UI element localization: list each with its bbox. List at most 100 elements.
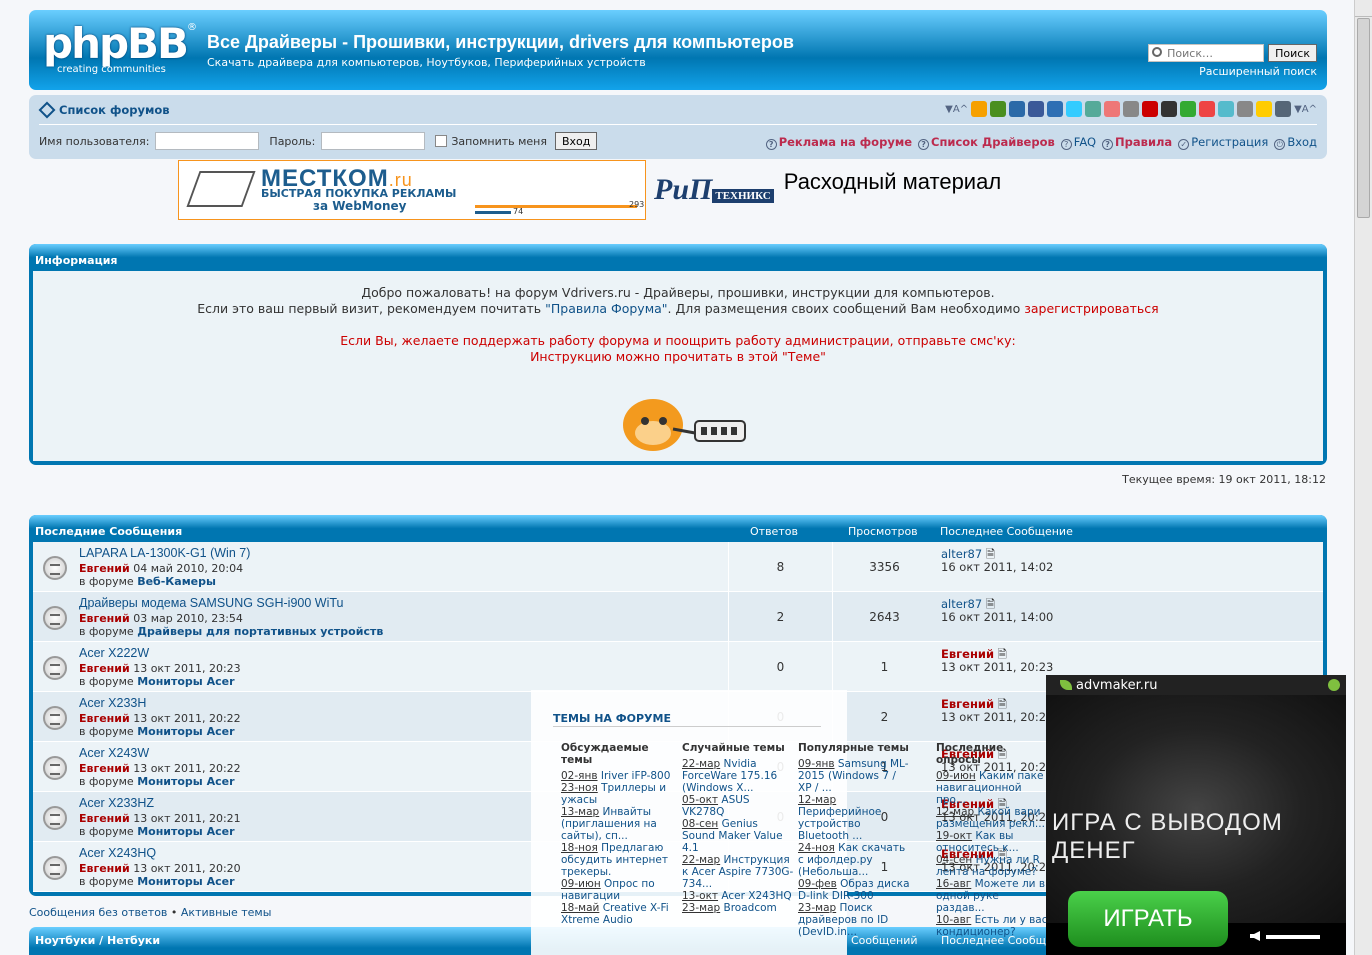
- drivers-list-link[interactable]: ? Список Драйверов: [918, 135, 1055, 150]
- advmaker-ad[interactable]: advmaker.ru ИГРА С ВЫВОДОМ ДЕНЕГ ИГРАТЬ: [1046, 675, 1346, 955]
- popup-topic-link[interactable]: 09-фев Образ диска D-link DIR-300: [798, 878, 910, 902]
- popup-topic-link[interactable]: 22-мар Nvidia ForceWare 175.16 (Windows …: [682, 758, 794, 794]
- popup-topic-link[interactable]: 09-июн Опрос по навигации: [561, 878, 673, 902]
- mestkom-banner[interactable]: МЕСТКОМ.ru БЫСТРАЯ ПОКУПКА РЕКЛАМЫ за We…: [178, 160, 646, 220]
- topic-title[interactable]: Acer X233HZ: [79, 796, 154, 810]
- topic-forum-link[interactable]: Драйверы для портативных устройств: [137, 625, 383, 638]
- scroll-up-arrow[interactable]: [1355, 0, 1372, 17]
- topic-author[interactable]: Евгений: [79, 562, 130, 575]
- last-post-user[interactable]: Евгений: [941, 647, 994, 661]
- popup-topic-link[interactable]: 13-мар Инвайты (приглашения на сайты), с…: [561, 806, 673, 842]
- speaker-icon[interactable]: [1250, 931, 1260, 941]
- topic-title[interactable]: Acer X233H: [79, 696, 146, 710]
- login-link[interactable]: ⏻ Вход: [1274, 135, 1317, 150]
- topic-author[interactable]: Евгений: [79, 712, 130, 725]
- topic-forum-link[interactable]: Мониторы Acer: [137, 825, 234, 838]
- topic-title[interactable]: Acer X243HQ: [79, 846, 156, 860]
- share-icon[interactable]: [1009, 101, 1026, 117]
- popup-topic-link[interactable]: 24-ноя Как скачать с ифолдер.ру (Небольш…: [798, 842, 910, 878]
- topic-forum-link[interactable]: Мониторы Acer: [137, 775, 234, 788]
- active-topics-link[interactable]: Активные темы: [181, 906, 272, 919]
- faq-link[interactable]: ? FAQ: [1060, 135, 1096, 150]
- rip-banner[interactable]: РиП ТЕХНИКС Расходный материал: [654, 160, 1001, 220]
- advanced-search-link[interactable]: Расширенный поиск: [1199, 65, 1317, 78]
- popup-topic-link[interactable]: 18-ноя Предлагаю обсудить интернет треке…: [561, 842, 673, 878]
- phpbb-logo[interactable]: phpBB creating communities ®: [43, 22, 197, 82]
- topic-title[interactable]: Acer X243W: [79, 746, 149, 760]
- unanswered-link[interactable]: Сообщения без ответов: [29, 906, 167, 919]
- login-button[interactable]: Вход: [555, 132, 598, 150]
- share-icon[interactable]: [1028, 101, 1045, 117]
- play-button[interactable]: ИГРАТЬ: [1068, 891, 1228, 947]
- scroll-thumb[interactable]: [1357, 18, 1370, 218]
- search-input[interactable]: [1148, 44, 1265, 62]
- share-icon[interactable]: [990, 101, 1007, 117]
- share-icon[interactable]: [971, 101, 988, 117]
- topic-forum-link[interactable]: Мониторы Acer: [137, 875, 234, 888]
- topic-forum-link[interactable]: Веб-Камеры: [137, 575, 216, 588]
- register-link[interactable]: ✓ Регистрация: [1178, 135, 1268, 150]
- share-icon[interactable]: [1180, 101, 1197, 117]
- share-icon[interactable]: [1237, 101, 1254, 117]
- topic-author[interactable]: Евгений: [79, 662, 130, 675]
- last-post-user[interactable]: alter87: [941, 547, 982, 561]
- topic-title[interactable]: LAPARA LA-1300K-G1 (Win 7): [79, 546, 250, 560]
- topic-inline-link[interactable]: "Теме": [782, 349, 826, 364]
- share-icon[interactable]: [1085, 101, 1102, 117]
- password-input[interactable]: [321, 132, 426, 150]
- popup-topic-link[interactable]: 02-янв Iriver iFP-800: [561, 770, 673, 782]
- topic-author[interactable]: Евгений: [79, 862, 130, 875]
- popup-topic-link[interactable]: 16-авг Можете ли в одной руке раздав...: [936, 878, 1048, 914]
- search-button[interactable]: Поиск: [1268, 44, 1317, 62]
- topic-forum-link[interactable]: Мониторы Acer: [137, 725, 234, 738]
- share-icon[interactable]: [1218, 101, 1235, 117]
- rules-inline-link[interactable]: "Правила Форума": [545, 301, 667, 316]
- last-post-user[interactable]: Евгений: [941, 697, 994, 711]
- popup-topic-link[interactable]: 18-май Creative X-Fi Xtreme Audio: [561, 902, 673, 926]
- popup-topic-link[interactable]: 23-мар Поиск драйверов по ID (DevID.in..…: [798, 902, 910, 938]
- popup-topic-link[interactable]: 09-янв Samsung ML-2015 (Windows 7 / XP /…: [798, 758, 910, 794]
- popup-topic-link[interactable]: 23-ноя Триллеры и ужасы: [561, 782, 673, 806]
- share-icon[interactable]: [1275, 101, 1292, 117]
- share-icon[interactable]: [1256, 101, 1273, 117]
- popup-topic-link[interactable]: 13-окт Acer X243HQ: [682, 890, 794, 902]
- font-size-control[interactable]: ▼A^: [945, 104, 968, 115]
- popup-topic-link[interactable]: 12-мар Какой вари размещения рекл...: [936, 806, 1048, 830]
- view-latest-icon[interactable]: 🗎: [986, 597, 995, 611]
- username-input[interactable]: [155, 132, 260, 150]
- view-latest-icon[interactable]: 🗎: [998, 647, 1007, 661]
- share-icon[interactable]: [1047, 101, 1064, 117]
- share-icon[interactable]: [1142, 101, 1159, 117]
- last-post-user[interactable]: alter87: [941, 597, 982, 611]
- view-latest-icon[interactable]: 🗎: [986, 547, 995, 561]
- topic-title[interactable]: Acer X222W: [79, 646, 149, 660]
- topic-title[interactable]: Драйверы модема SAMSUNG SGH-i900 WiTu: [79, 596, 343, 610]
- popup-topic-link[interactable]: 23-мар Broadcom: [682, 902, 794, 914]
- popup-topic-link[interactable]: 10-авг Есть ли у вас кондиционер?: [936, 914, 1048, 938]
- popup-topic-link[interactable]: 22-мар Инструкция к Acer Aspire 7730G-73…: [682, 854, 794, 890]
- volume-slider[interactable]: [1266, 935, 1320, 939]
- topic-author[interactable]: Евгений: [79, 812, 130, 825]
- remember-checkbox[interactable]: [435, 135, 448, 147]
- share-icon[interactable]: [1123, 101, 1140, 117]
- popup-topic-link[interactable]: 09-июн Каким паке навигационной про...: [936, 770, 1048, 806]
- share-icon[interactable]: [1199, 101, 1216, 117]
- ads-link[interactable]: ? Реклама на форуме: [765, 135, 912, 150]
- scrollbar[interactable]: [1354, 0, 1372, 955]
- popup-topic-link[interactable]: 19-окт Как вы относитесь к...: [936, 830, 1048, 854]
- topic-author[interactable]: Евгений: [79, 612, 130, 625]
- view-latest-icon[interactable]: 🗎: [998, 697, 1007, 711]
- popup-topic-link[interactable]: 05-окт ASUS VK278Q: [682, 794, 794, 818]
- share-icon[interactable]: [1161, 101, 1178, 117]
- rules-link[interactable]: ? Правила: [1102, 135, 1172, 150]
- breadcrumb-forum-index[interactable]: Список форумов: [59, 103, 170, 117]
- share-icon[interactable]: [1066, 101, 1083, 117]
- register-inline-link[interactable]: зарегистрироваться: [1024, 301, 1159, 316]
- topic-author[interactable]: Евгений: [79, 762, 130, 775]
- popup-topic-link[interactable]: 12-мар Периферийное устройство Bluetooth…: [798, 794, 910, 842]
- font-size-control[interactable]: ▼A^: [1294, 104, 1317, 115]
- share-icon[interactable]: [1104, 101, 1121, 117]
- topic-forum-link[interactable]: Мониторы Acer: [137, 675, 234, 688]
- popup-topic-link[interactable]: 04-сен Нужна ли R лента на форуме?: [936, 854, 1048, 878]
- close-icon[interactable]: [1328, 679, 1340, 691]
